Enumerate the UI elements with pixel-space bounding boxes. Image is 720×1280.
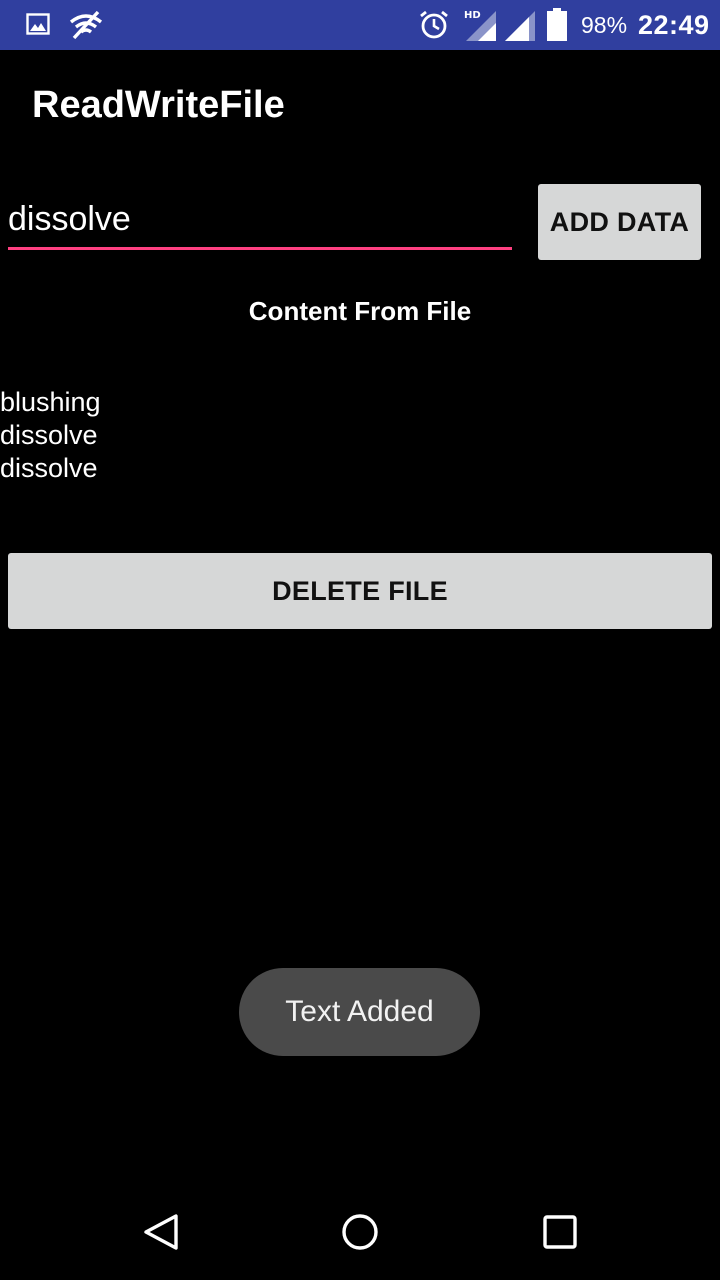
status-bar: HD 98% 22:49 <box>0 0 720 50</box>
back-icon <box>144 1214 178 1250</box>
image-icon <box>26 12 50 41</box>
toast-message: Text Added <box>239 968 480 1056</box>
content-heading: Content From File <box>248 296 472 326</box>
signal-icon <box>504 8 536 47</box>
wifi-off-icon <box>68 10 104 45</box>
status-clock: 22:49 <box>638 10 710 40</box>
navigation-bar <box>0 1184 720 1280</box>
data-input[interactable] <box>8 196 512 250</box>
battery-icon <box>546 8 568 47</box>
delete-file-button[interactable]: DELETE FILE <box>8 553 712 629</box>
content-line: blushing <box>0 387 101 417</box>
home-button[interactable] <box>332 1204 388 1260</box>
content-line: dissolve <box>0 420 98 450</box>
alarm-icon <box>418 9 450 46</box>
app-title: ReadWriteFile <box>32 84 285 126</box>
add-data-button[interactable]: ADD DATA <box>538 184 701 260</box>
signal-hd-icon: HD <box>464 7 498 48</box>
home-icon <box>342 1214 378 1250</box>
recents-icon <box>543 1215 577 1249</box>
file-content: blushing dissolve dissolve <box>0 386 101 485</box>
battery-percent: 98% <box>581 12 628 38</box>
recents-button[interactable] <box>532 1204 588 1260</box>
content-line: dissolve <box>0 453 98 483</box>
svg-text:HD: HD <box>464 10 481 21</box>
back-button[interactable] <box>132 1204 188 1260</box>
